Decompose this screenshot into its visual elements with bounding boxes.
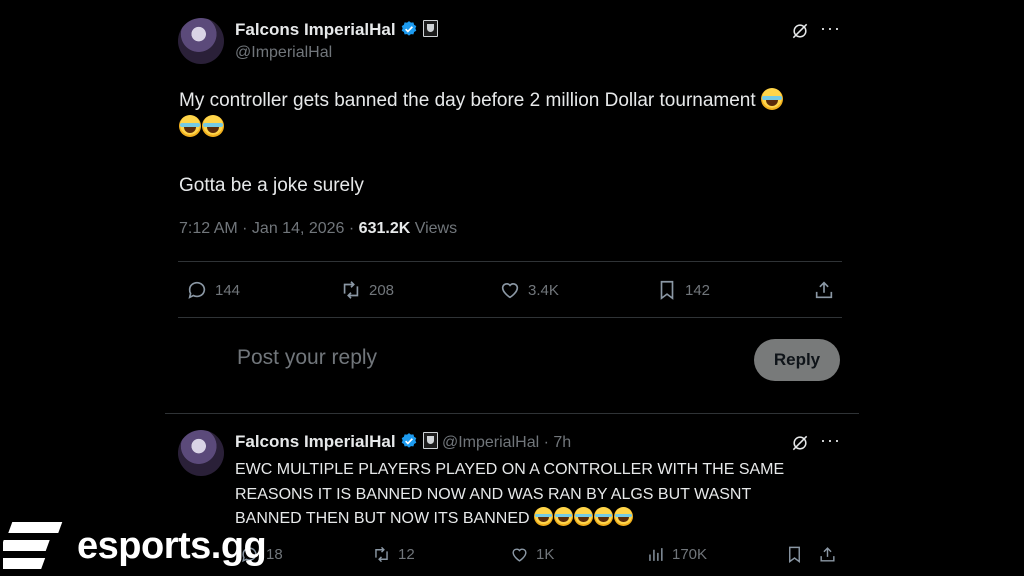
tweet-text-line1: My controller gets banned the day before… (179, 90, 756, 111)
affiliate-badge-icon (422, 432, 438, 449)
laughing-emoji (202, 115, 224, 137)
tweet-text-line2: Gotta be a joke surely (179, 175, 364, 196)
grok-icon[interactable] (790, 433, 810, 458)
views-button[interactable]: 170K (646, 545, 707, 564)
bookmark-button[interactable]: 142 (656, 279, 710, 301)
divider (165, 413, 859, 414)
more-icon[interactable]: ··· (820, 18, 841, 39)
bookmark-icon (660, 280, 674, 300)
verified-badge-icon (401, 433, 417, 448)
share-icon (820, 547, 835, 562)
more-icon[interactable]: ··· (820, 430, 841, 451)
retweet-icon (343, 281, 359, 299)
like-button[interactable]: 1K (510, 545, 554, 564)
bookmark-icon (789, 546, 800, 564)
reply-text-line1: EWC MULTIPLE PLAYERS PLAYED ON A CONTROL… (235, 461, 785, 478)
views-count: 170K (672, 546, 708, 563)
share-button[interactable] (818, 545, 837, 564)
share-button[interactable] (813, 279, 835, 301)
laughing-emoji (594, 507, 614, 526)
laughing-emoji (554, 507, 574, 526)
tweet-meta: 7:12 AM · Jan 14, 2026 · 631.2K Views (179, 220, 457, 238)
reply-count: 18 (266, 546, 283, 563)
reply-text-line3: BANNED THEN BUT NOW ITS BANNED (235, 510, 530, 527)
views-label: Views (414, 220, 458, 237)
display-name[interactable]: Falcons ImperialHal (235, 20, 396, 39)
reply-button[interactable]: 144 (186, 279, 240, 301)
reply-time[interactable]: · 7h (544, 434, 572, 451)
avatar[interactable] (178, 430, 224, 476)
reply-text-line2: REASONS IT IS BANNED NOW AND WAS RAN BY … (235, 485, 752, 503)
reply-text-line3-wrap: BANNED THEN BUT NOW ITS BANNED (235, 507, 835, 532)
esports-gg-logo-icon (3, 522, 63, 569)
grok-icon[interactable] (790, 21, 810, 46)
esports-gg-watermark: esports.gg (3, 520, 267, 572)
verified-badge-icon (401, 21, 417, 36)
author-row: Falcons ImperialHal (235, 20, 438, 40)
handle[interactable]: @ImperialHal (442, 434, 539, 451)
like-icon (512, 548, 527, 562)
like-button[interactable]: 3.4K (499, 279, 559, 301)
reply-icon (188, 281, 206, 299)
reply-input[interactable]: Post your reply (237, 346, 377, 370)
reply-author-row: Falcons ImperialHal @ImperialHal · 7h (235, 432, 571, 452)
views-icon (649, 548, 663, 561)
share-icon (815, 281, 833, 299)
tweet-text: My controller gets banned the day before… (179, 87, 859, 141)
retweet-button[interactable]: 208 (340, 279, 394, 301)
bookmark-button[interactable] (785, 545, 804, 564)
timestamp[interactable]: 7:12 AM · Jan 14, 2026 · (179, 220, 354, 237)
retweet-count: 12 (398, 546, 415, 563)
like-icon (501, 283, 519, 299)
esports-gg-logo-text: esports.gg (77, 524, 267, 567)
affiliate-badge-icon (422, 20, 438, 37)
bookmark-count: 142 (685, 281, 711, 299)
divider (178, 317, 842, 318)
like-count: 3.4K (528, 281, 559, 299)
avatar[interactable] (178, 18, 224, 64)
views-count: 631.2K (358, 220, 411, 237)
laughing-emoji (574, 507, 594, 526)
like-count: 1K (536, 546, 555, 563)
laughing-emoji (760, 88, 783, 110)
retweet-button[interactable]: 12 (372, 545, 415, 564)
retweet-count: 208 (369, 281, 395, 299)
retweet-icon (375, 546, 388, 563)
divider (178, 261, 842, 262)
reply-submit-button[interactable]: Reply (754, 339, 840, 381)
laughing-emoji (534, 507, 554, 526)
display-name[interactable]: Falcons ImperialHal (235, 432, 396, 451)
reply-text: EWC MULTIPLE PLAYERS PLAYED ON A CONTROL… (235, 458, 835, 532)
laughing-emoji (179, 115, 201, 137)
reply-count: 144 (215, 281, 241, 299)
laughing-emoji (614, 507, 634, 526)
handle[interactable]: @ImperialHal (235, 44, 332, 62)
